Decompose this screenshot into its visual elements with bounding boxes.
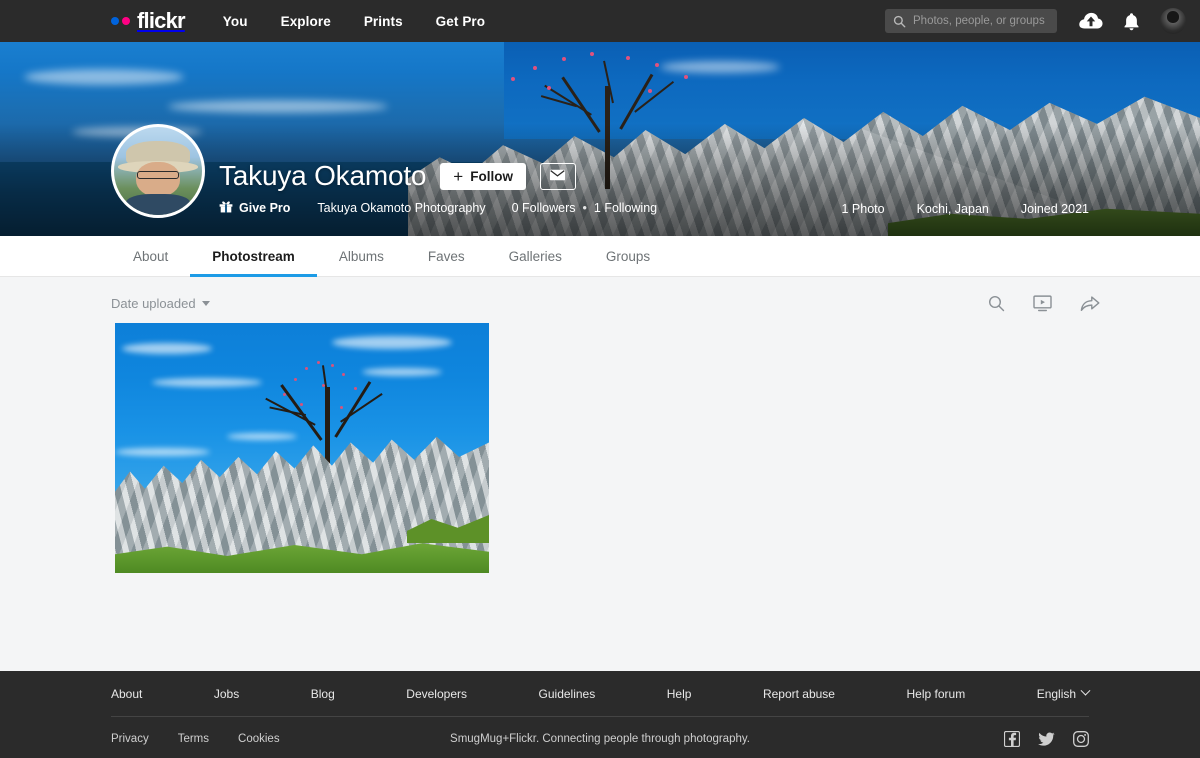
photo-thumbnail[interactable]: [115, 323, 489, 573]
photo-count: 1 Photo: [841, 202, 885, 216]
profile-cover-banner: Takuya Okamoto + Follow Give Pro Takuya …: [0, 42, 1200, 236]
tab-about[interactable]: About: [111, 236, 190, 276]
flickr-logo[interactable]: flickr: [111, 8, 186, 33]
slideshow-icon[interactable]: [1033, 295, 1052, 312]
stat-separator: •: [582, 201, 587, 215]
bell-icon[interactable]: [1123, 12, 1140, 31]
chevron-down-icon: [1080, 685, 1091, 696]
give-pro-link[interactable]: Give Pro: [219, 200, 290, 216]
sort-dropdown-label: Date uploaded: [111, 296, 196, 311]
logo-dot-blue: [111, 17, 119, 25]
primary-nav-links: You Explore Prints Get Pro: [223, 14, 485, 29]
profile-avatar[interactable]: [111, 124, 205, 218]
nav-item-you[interactable]: You: [223, 14, 248, 29]
tab-faves[interactable]: Faves: [406, 236, 487, 276]
following-count[interactable]: 1 Following: [594, 201, 657, 215]
envelope-icon: [549, 169, 566, 184]
blossom-petal: [353, 387, 357, 391]
tab-albums[interactable]: Albums: [317, 236, 406, 276]
nav-item-explore[interactable]: Explore: [281, 14, 331, 29]
profile-meta: Takuya Okamoto + Follow Give Pro Takuya …: [219, 160, 842, 218]
language-selector[interactable]: English: [1036, 685, 1091, 701]
profile-stats-right: 1 Photo Kochi, Japan Joined 2021: [842, 202, 1090, 218]
cloud-shape: [331, 335, 452, 349]
search-icon: [893, 15, 906, 28]
avatar-face: [136, 162, 180, 198]
profile-sub-row: Give Pro Takuya Okamoto Photography 0 Fo…: [219, 200, 842, 216]
search-input[interactable]: [913, 15, 1049, 27]
followers-count[interactable]: 0 Followers: [512, 201, 576, 215]
send-message-button[interactable]: [539, 162, 576, 190]
profile-joined: Joined 2021: [1020, 202, 1089, 216]
language-selector-label: English: [1036, 686, 1077, 701]
blossom-petal: [282, 393, 286, 397]
social-links: [1004, 730, 1089, 747]
chevron-down-icon: [201, 301, 210, 306]
footer-link-help[interactable]: Help: [667, 687, 692, 701]
blossom-petal: [299, 402, 303, 406]
search-icon[interactable]: [988, 295, 1005, 312]
footer-link-help-forum[interactable]: Help forum: [907, 687, 966, 701]
footer-link-cookies[interactable]: Cookies: [238, 733, 280, 745]
share-arrow-icon[interactable]: [1080, 295, 1100, 312]
avatar-body: [126, 193, 190, 215]
nav-item-get-pro[interactable]: Get Pro: [436, 14, 485, 29]
footer-link-privacy[interactable]: Privacy: [111, 733, 149, 745]
user-avatar[interactable]: [1160, 8, 1186, 34]
tab-photostream[interactable]: Photostream: [190, 236, 317, 277]
cloud-upload-icon[interactable]: [1079, 12, 1103, 31]
footer-link-developers[interactable]: Developers: [406, 687, 467, 701]
twitter-icon[interactable]: [1038, 731, 1055, 746]
footer-link-jobs[interactable]: Jobs: [214, 687, 239, 701]
blossom-petal: [342, 373, 346, 377]
footer-primary-links: About Jobs Blog Developers Guidelines He…: [0, 671, 1200, 716]
nav-item-prints[interactable]: Prints: [364, 14, 403, 29]
photostream-toolbar: Date uploaded: [0, 277, 1200, 312]
instagram-icon[interactable]: [1073, 730, 1089, 747]
photo-grid: [0, 312, 1200, 573]
flickr-logo-text: flickr: [137, 8, 186, 33]
footer-secondary-links: Privacy Terms Cookies SmugMug+Flickr. Co…: [0, 716, 1200, 758]
flickr-logo-dots: [111, 17, 130, 25]
plus-icon: +: [453, 166, 464, 186]
cloud-shape: [152, 378, 263, 387]
nav-right-cluster: [885, 8, 1186, 34]
cloud-shape: [122, 343, 213, 354]
tab-galleries[interactable]: Galleries: [487, 236, 584, 276]
footer-link-report-abuse[interactable]: Report abuse: [763, 687, 835, 701]
profile-header-bar: Takuya Okamoto + Follow Give Pro Takuya …: [0, 124, 1200, 236]
toolbar-icon-group: [988, 295, 1100, 312]
follow-button[interactable]: + Follow: [440, 162, 526, 190]
blossom-petal: [331, 363, 334, 367]
facebook-icon[interactable]: [1004, 730, 1020, 747]
blossom-petal: [294, 377, 298, 381]
footer-link-guidelines[interactable]: Guidelines: [539, 687, 596, 701]
blossom-petal: [339, 405, 343, 409]
blossom-petal: [305, 366, 309, 370]
cloud-shape: [115, 448, 210, 456]
search-box[interactable]: [885, 9, 1057, 33]
footer-link-terms[interactable]: Terms: [178, 733, 209, 745]
tab-groups[interactable]: Groups: [584, 236, 672, 276]
tree-branch: [334, 380, 372, 438]
avatar-glasses: [136, 171, 180, 179]
footer-link-about[interactable]: About: [111, 687, 142, 701]
profile-location: Kochi, Japan: [916, 202, 989, 216]
gift-icon: [219, 200, 233, 216]
page-title: Takuya Okamoto: [219, 160, 427, 191]
site-footer: About Jobs Blog Developers Guidelines He…: [0, 671, 1200, 758]
photostream-content: Date uploaded: [0, 277, 1200, 671]
sort-dropdown[interactable]: Date uploaded: [111, 296, 210, 311]
give-pro-label: Give Pro: [239, 201, 291, 215]
profile-name-row: Takuya Okamoto + Follow: [219, 160, 842, 192]
profile-tagline: Takuya Okamoto Photography: [317, 201, 486, 215]
follow-button-label: Follow: [470, 168, 513, 184]
logo-dot-pink: [122, 17, 130, 25]
footer-link-blog[interactable]: Blog: [311, 687, 335, 701]
profile-tabs: About Photostream Albums Faves Galleries…: [0, 236, 1200, 277]
footer-divider: [111, 716, 1089, 717]
top-navigation-bar: flickr You Explore Prints Get Pro: [0, 0, 1200, 42]
blossom-petal: [316, 360, 320, 364]
